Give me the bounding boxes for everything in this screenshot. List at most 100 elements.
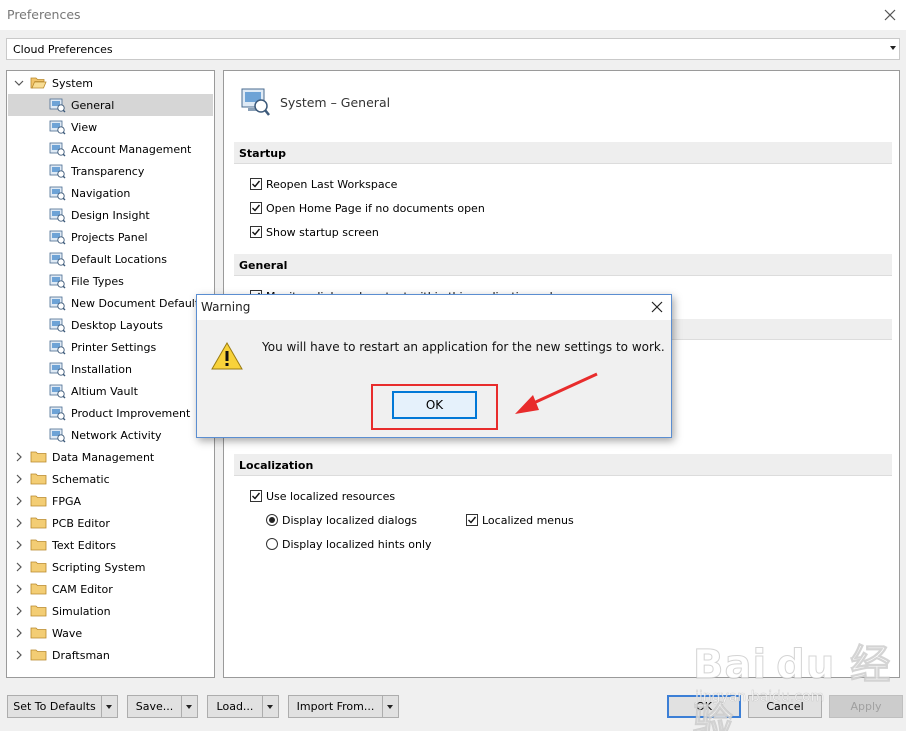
tree-item-altium-vault[interactable]: Altium Vault [8, 380, 213, 402]
preferences-page-icon [49, 98, 66, 113]
tree-item-label: Data Management [52, 451, 155, 464]
preferences-page-icon [49, 340, 66, 355]
checkbox-checked[interactable] [466, 514, 478, 526]
import-from-button[interactable]: Import From... [288, 695, 399, 718]
radio-unselected[interactable] [266, 538, 278, 550]
tree-item-pcb-editor[interactable]: PCB Editor [8, 512, 213, 534]
system-preferences-icon [241, 88, 270, 116]
tree-item-label: PCB Editor [52, 517, 110, 530]
tree-item-label: General [71, 99, 115, 112]
folder-icon [30, 583, 47, 595]
import-from-label: Import From... [289, 696, 383, 717]
tree-item-desktop-layouts[interactable]: Desktop Layouts [8, 314, 213, 336]
tree-item-data-management[interactable]: Data Management [8, 446, 213, 468]
save-button[interactable]: Save... [127, 695, 198, 718]
localized-menus-checkbox[interactable]: Localized menus [466, 511, 606, 529]
tree-item-wave[interactable]: Wave [8, 622, 213, 644]
warning-icon [211, 341, 243, 370]
chevron-right-icon[interactable] [14, 452, 24, 462]
folder-icon [30, 649, 47, 661]
use-localized-resources-checkbox[interactable]: Use localized resources [250, 487, 450, 505]
tree-item-file-types[interactable]: File Types [8, 270, 213, 292]
preferences-page-icon [49, 428, 66, 443]
tree-item-label: Wave [52, 627, 83, 640]
show-startup-screen-checkbox[interactable]: Show startup screen [250, 223, 550, 241]
section-general: General [234, 254, 892, 276]
preferences-page-icon [49, 296, 66, 311]
window-title: Preferences [7, 7, 81, 22]
chevron-right-icon[interactable] [14, 540, 24, 550]
tree-item-view[interactable]: View [8, 116, 213, 138]
tree-item-default-locations[interactable]: Default Locations [8, 248, 213, 270]
radio-selected[interactable] [266, 514, 278, 526]
folder-open-icon [30, 77, 47, 89]
close-icon[interactable] [649, 299, 665, 315]
chevron-right-icon[interactable] [14, 650, 24, 660]
checkbox-checked[interactable] [250, 202, 262, 214]
tree-item-label: FPGA [52, 495, 82, 508]
tree-item-label: Network Activity [71, 429, 162, 442]
chevron-right-icon[interactable] [14, 518, 24, 528]
checkbox-checked[interactable] [250, 178, 262, 190]
chevron-right-icon[interactable] [14, 628, 24, 638]
chevron-right-icon[interactable] [14, 474, 24, 484]
baidu-watermark: Bai du 经验 jingyan.baidu.com [693, 632, 903, 731]
tree-item-label: Account Management [71, 143, 192, 156]
chevron-down-icon[interactable] [101, 696, 117, 717]
tree-item-general[interactable]: General [8, 94, 213, 116]
chevron-right-icon[interactable] [14, 562, 24, 572]
tree-item-text-editors[interactable]: Text Editors [8, 534, 213, 556]
display-localized-hints-radio[interactable]: Display localized hints only [266, 535, 466, 553]
preferences-page-icon [49, 362, 66, 377]
tree-item-account-management[interactable]: Account Management [8, 138, 213, 160]
tree-item-navigation[interactable]: Navigation [8, 182, 213, 204]
tree-item-projects-panel[interactable]: Projects Panel [8, 226, 213, 248]
page-title: System – General [280, 95, 391, 110]
tree-item-draftsman[interactable]: Draftsman [8, 644, 213, 666]
chevron-right-icon[interactable] [14, 584, 24, 594]
tree-item-label: Printer Settings [71, 341, 157, 354]
close-icon[interactable] [879, 4, 901, 26]
preferences-page-icon [49, 186, 66, 201]
tree-item-label: Installation [71, 363, 132, 376]
chevron-down-icon[interactable] [382, 696, 398, 717]
folder-icon [30, 473, 47, 485]
tree-item-cam-editor[interactable]: CAM Editor [8, 578, 213, 600]
annotation-arrow-icon [515, 372, 598, 414]
tree-item-simulation[interactable]: Simulation [8, 600, 213, 622]
tree-item-installation[interactable]: Installation [8, 358, 213, 380]
preferences-page-icon [49, 230, 66, 245]
tree-item-printer-settings[interactable]: Printer Settings [8, 336, 213, 358]
checkbox-checked[interactable] [250, 490, 262, 502]
tree-item-network-activity[interactable]: Network Activity [8, 424, 213, 446]
tree-item-fpga[interactable]: FPGA [8, 490, 213, 512]
watermark-brand: Bai du 经验 [693, 642, 892, 731]
save-label: Save... [128, 696, 182, 717]
reopen-last-workspace-checkbox[interactable]: Reopen Last Workspace [250, 175, 550, 193]
checkbox-checked[interactable] [250, 226, 262, 238]
tree-item-transparency[interactable]: Transparency [8, 160, 213, 182]
chevron-right-icon[interactable] [14, 496, 24, 506]
preferences-profile-dropdown[interactable]: Cloud Preferences [6, 38, 900, 60]
set-to-defaults-button[interactable]: Set To Defaults [7, 695, 118, 718]
tree-item-label: System [52, 77, 94, 90]
tree-item-new-document-defaults[interactable]: New Document Defaults [8, 292, 213, 314]
section-startup: Startup [234, 142, 892, 164]
tree-item-system[interactable]: System [8, 72, 213, 94]
tree-item-schematic[interactable]: Schematic [8, 468, 213, 490]
tree-item-product-improvement[interactable]: Product Improvement [8, 402, 213, 424]
tree-item-label: Design Insight [71, 209, 150, 222]
preferences-page-icon [49, 384, 66, 399]
tree-item-label: Text Editors [52, 539, 117, 552]
display-localized-dialogs-radio[interactable]: Display localized dialogs [266, 511, 446, 529]
chevron-right-icon[interactable] [14, 606, 24, 616]
preferences-page-icon [49, 164, 66, 179]
open-home-page-checkbox[interactable]: Open Home Page if no documents open [250, 199, 550, 217]
tree-item-label: Product Improvement [71, 407, 191, 420]
tree-item-design-insight[interactable]: Design Insight [8, 204, 213, 226]
tree-item-scripting-system[interactable]: Scripting System [8, 556, 213, 578]
chevron-down-icon[interactable] [262, 696, 278, 717]
chevron-down-icon[interactable] [14, 78, 24, 88]
chevron-down-icon[interactable] [181, 696, 197, 717]
load-button[interactable]: Load... [207, 695, 279, 718]
